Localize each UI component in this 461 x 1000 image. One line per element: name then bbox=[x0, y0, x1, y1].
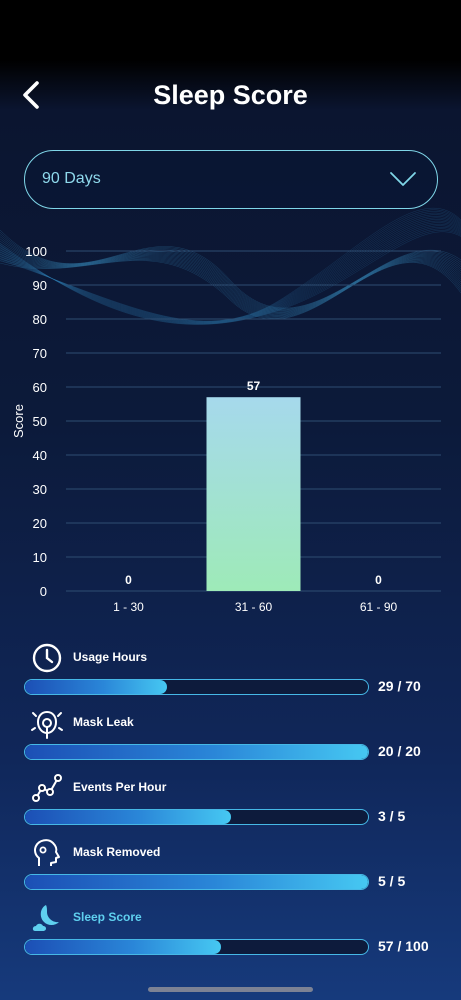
y-tick-label: 0 bbox=[40, 584, 47, 599]
metric-progress-fill bbox=[25, 940, 221, 954]
metric-progress-fill bbox=[25, 745, 368, 759]
metric-label: Sleep Score bbox=[73, 910, 142, 924]
y-axis-label: Score bbox=[11, 404, 26, 438]
y-tick-label: 40 bbox=[33, 448, 47, 463]
page-title: Sleep Score bbox=[153, 80, 308, 110]
metric-progress-bar bbox=[24, 744, 369, 760]
header: Sleep Score bbox=[0, 70, 461, 122]
metric-row[interactable]: Mask Leak 20 / 20 bbox=[0, 706, 461, 771]
metric-value: 5 / 5 bbox=[378, 873, 406, 889]
metric-label: Events Per Hour bbox=[73, 780, 167, 794]
y-tick-label: 100 bbox=[25, 244, 47, 259]
metric-value: 29 / 70 bbox=[378, 678, 421, 694]
score-bar-chart: 0 10 20 30 40 50 60 70 80 90 100 Score 0 1 - 30 57 31 -… bbox=[11, 244, 441, 614]
metric-progress-fill bbox=[25, 875, 368, 889]
range-dropdown-value: 90 Days bbox=[42, 170, 101, 187]
metric-value: 57 / 100 bbox=[378, 938, 429, 954]
range-dropdown[interactable]: 90 Days bbox=[24, 150, 438, 209]
metric-progress-fill bbox=[25, 810, 231, 824]
y-tick-label: 10 bbox=[33, 550, 47, 565]
bar-data-label: 0 bbox=[375, 573, 382, 587]
metric-progress-bar bbox=[24, 809, 369, 825]
y-tick-label: 60 bbox=[33, 380, 47, 395]
metric-label: Usage Hours bbox=[73, 650, 148, 664]
home-indicator bbox=[148, 987, 313, 992]
metric-progress-bar bbox=[24, 874, 369, 890]
y-tick-label: 80 bbox=[33, 312, 47, 327]
bar[interactable] bbox=[206, 397, 301, 591]
bar-data-label: 57 bbox=[247, 379, 261, 393]
metric-progress-bar bbox=[24, 679, 369, 695]
head-profile-icon bbox=[34, 839, 60, 866]
metric-progress-fill bbox=[25, 680, 167, 694]
metric-progress-bar bbox=[24, 939, 369, 955]
metric-row[interactable]: Events Per Hour 3 / 5 bbox=[0, 771, 461, 836]
y-tick-label: 20 bbox=[33, 516, 47, 531]
x-tick-label: 1 - 30 bbox=[113, 600, 144, 614]
metric-value: 20 / 20 bbox=[378, 743, 421, 759]
bar-data-label: 0 bbox=[125, 573, 132, 587]
y-tick-label: 30 bbox=[33, 482, 47, 497]
metric-row[interactable]: Usage Hours 29 / 70 bbox=[0, 641, 461, 706]
events-graph-icon bbox=[32, 774, 62, 802]
x-tick-label: 31 - 60 bbox=[235, 600, 273, 614]
chevron-down-icon bbox=[390, 172, 416, 186]
metric-label: Mask Leak bbox=[73, 715, 134, 729]
metric-value: 3 / 5 bbox=[378, 808, 406, 824]
moon-cloud-icon bbox=[32, 905, 59, 931]
metric-label: Mask Removed bbox=[73, 845, 161, 859]
x-tick-label: 61 - 90 bbox=[360, 600, 398, 614]
y-tick-label: 50 bbox=[33, 414, 47, 429]
y-tick-label: 70 bbox=[33, 346, 47, 361]
metric-row[interactable]: Sleep Score 57 / 100 bbox=[0, 901, 461, 966]
clock-icon bbox=[32, 643, 62, 673]
y-tick-label: 90 bbox=[33, 278, 47, 293]
status-bar bbox=[0, 0, 461, 60]
mask-leak-icon bbox=[31, 710, 63, 739]
metric-row[interactable]: Mask Removed 5 / 5 bbox=[0, 836, 461, 901]
